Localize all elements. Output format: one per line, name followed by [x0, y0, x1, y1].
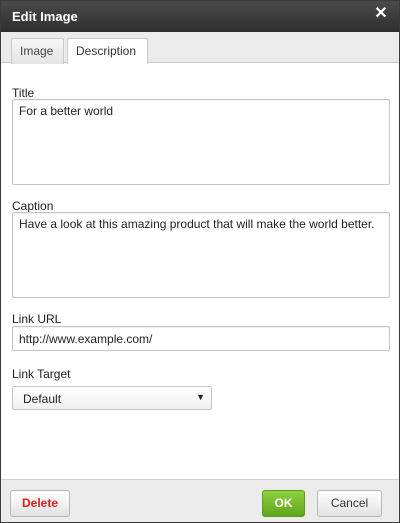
dialog-titlebar: Edit Image ✕	[1, 1, 399, 32]
link-target-label: Link Target	[12, 367, 71, 381]
caption-label: Caption	[12, 199, 54, 213]
close-icon[interactable]: ✕	[373, 5, 389, 23]
cancel-button[interactable]: Cancel	[317, 490, 382, 517]
link-target-select[interactable]: Default ▼	[12, 386, 212, 410]
tab-image[interactable]: Image	[11, 38, 64, 64]
title-field[interactable]: For a better world	[12, 99, 390, 185]
dialog-title: Edit Image	[12, 9, 78, 24]
tab-description[interactable]: Description	[67, 38, 148, 64]
link-url-field[interactable]: http://www.example.com/	[12, 326, 390, 351]
caption-field[interactable]: Have a look at this amazing product that…	[12, 212, 390, 298]
dropdown-arrow-icon: ▼	[196, 392, 205, 402]
dialog-footer: Delete OK Cancel	[1, 479, 399, 522]
title-label: Title	[12, 86, 35, 100]
link-url-label: Link URL	[12, 312, 62, 326]
tab-bar: Image Description	[1, 32, 399, 64]
delete-button[interactable]: Delete	[10, 490, 70, 517]
edit-image-dialog: Edit Image ✕ Image Description Title For…	[0, 0, 400, 523]
ok-button[interactable]: OK	[262, 490, 305, 517]
link-target-value: Default	[23, 392, 62, 406]
